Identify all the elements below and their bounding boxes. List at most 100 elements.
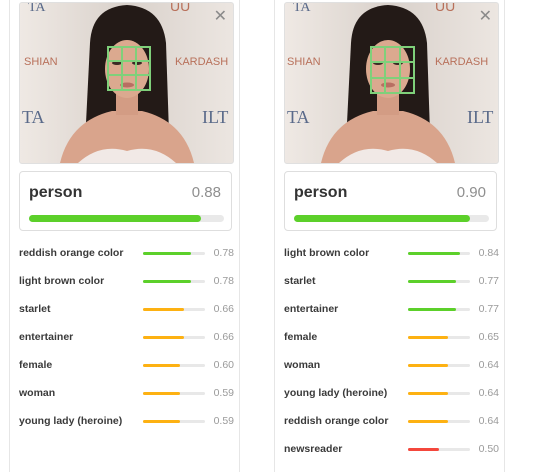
svg-text:TA: TA — [28, 3, 46, 15]
label-row: entertainer 0.66 — [19, 330, 234, 346]
top-class-bar-fill — [29, 215, 201, 222]
label-score: 0.77 — [478, 303, 499, 315]
label-name: woman — [284, 359, 321, 371]
label-score: 0.66 — [213, 303, 234, 315]
result-panel-2: SHIAN KARDASH TA ILT TA UU ✕ person 0.90… — [274, 0, 505, 472]
label-row: newsreader 0.50 — [284, 442, 499, 458]
label-row: light brown color 0.78 — [19, 274, 234, 290]
label-name: newsreader — [284, 443, 343, 455]
score-bar-fill — [408, 336, 449, 339]
score-bar — [143, 364, 205, 367]
score-bar-fill — [143, 280, 192, 283]
score-bar-fill — [408, 364, 448, 367]
svg-text:TA: TA — [293, 3, 311, 15]
score-bar-fill — [408, 420, 448, 423]
label-score: 0.60 — [213, 359, 234, 371]
score-bar — [143, 280, 205, 283]
label-name: reddish orange color — [284, 415, 389, 427]
svg-text:TA: TA — [22, 107, 45, 127]
label-name: young lady (heroine) — [284, 387, 388, 399]
score-bar-fill — [408, 280, 456, 283]
label-name: light brown color — [284, 247, 370, 259]
svg-text:KARDASH: KARDASH — [175, 56, 228, 68]
result-panel-1: SHIAN KARDASH TA ILT TA UU ✕ person 0.88… — [9, 0, 240, 472]
svg-text:TA: TA — [287, 107, 310, 127]
label-name: female — [284, 331, 318, 343]
label-row: starlet 0.66 — [19, 302, 234, 318]
label-row: reddish orange color 0.78 — [19, 246, 234, 262]
score-bar-fill — [408, 308, 456, 311]
top-class-score: 0.90 — [456, 184, 486, 201]
label-name: young lady (heroine) — [19, 415, 123, 427]
label-row: light brown color 0.84 — [284, 246, 499, 262]
label-score: 0.59 — [213, 387, 234, 399]
top-class-label: person — [29, 184, 83, 201]
score-bar — [143, 392, 205, 395]
score-bar-fill — [143, 392, 180, 395]
top-class-bar-fill — [294, 215, 470, 222]
label-score: 0.64 — [478, 415, 499, 427]
label-name: entertainer — [284, 303, 339, 315]
label-name: light brown color — [19, 275, 105, 287]
label-score: 0.78 — [213, 247, 234, 259]
label-score: 0.78 — [213, 275, 234, 287]
score-bar-fill — [408, 448, 439, 451]
score-bar-fill — [408, 252, 461, 255]
label-row: female 0.60 — [19, 358, 234, 374]
score-bar-fill — [143, 364, 181, 367]
score-bar — [408, 448, 470, 451]
label-score: 0.59 — [213, 415, 234, 427]
label-row: woman 0.64 — [284, 358, 499, 374]
analyzed-photo: SHIAN KARDASH TA ILT TA UU ✕ — [19, 2, 234, 164]
close-icon[interactable]: ✕ — [214, 9, 227, 25]
analyzed-photo: SHIAN KARDASH TA ILT TA UU ✕ — [284, 2, 499, 164]
top-class-card: person 0.88 — [19, 171, 232, 231]
score-bar — [408, 420, 470, 423]
top-class-card: person 0.90 — [284, 171, 497, 231]
label-score: 0.66 — [213, 331, 234, 343]
score-bar-fill — [143, 420, 180, 423]
label-name: starlet — [284, 275, 316, 287]
close-icon[interactable]: ✕ — [479, 9, 492, 25]
score-bar — [408, 252, 470, 255]
label-name: entertainer — [19, 331, 74, 343]
svg-text:SHIAN: SHIAN — [24, 56, 58, 68]
classification-results: SHIAN KARDASH TA ILT TA UU ✕ person 0.88… — [0, 0, 533, 472]
top-class-score: 0.88 — [191, 184, 221, 201]
score-bar — [143, 336, 205, 339]
label-score: 0.77 — [478, 275, 499, 287]
label-score: 0.50 — [478, 443, 499, 455]
score-bar — [143, 308, 205, 311]
label-name: starlet — [19, 303, 51, 315]
score-bar — [408, 336, 470, 339]
score-bar — [408, 280, 470, 283]
score-bar-fill — [143, 308, 184, 311]
svg-text:ILT: ILT — [202, 107, 228, 127]
score-bar — [408, 364, 470, 367]
score-bar-fill — [143, 336, 184, 339]
label-score: 0.65 — [478, 331, 499, 343]
top-class-bar — [29, 215, 224, 222]
svg-text:ILT: ILT — [467, 107, 493, 127]
score-bar-fill — [408, 392, 448, 395]
label-score: 0.64 — [478, 387, 499, 399]
label-row: entertainer 0.77 — [284, 302, 499, 318]
score-bar — [408, 308, 470, 311]
label-row: reddish orange color 0.64 — [284, 414, 499, 430]
label-row: woman 0.59 — [19, 386, 234, 402]
top-class-label: person — [294, 184, 348, 201]
label-name: female — [19, 359, 53, 371]
label-score: 0.64 — [478, 359, 499, 371]
portrait-image: SHIAN KARDASH TA ILT TA UU — [285, 3, 498, 163]
score-bar — [408, 392, 470, 395]
label-row: starlet 0.77 — [284, 274, 499, 290]
svg-text:KARDASH: KARDASH — [435, 56, 488, 68]
score-bar — [143, 252, 205, 255]
label-row: young lady (heroine) 0.59 — [19, 414, 234, 430]
label-row: female 0.65 — [284, 330, 499, 346]
svg-text:UU: UU — [170, 3, 190, 14]
svg-text:SHIAN: SHIAN — [287, 56, 321, 68]
label-name: reddish orange color — [19, 247, 124, 259]
label-row: young lady (heroine) 0.64 — [284, 386, 499, 402]
top-class-bar — [294, 215, 489, 222]
